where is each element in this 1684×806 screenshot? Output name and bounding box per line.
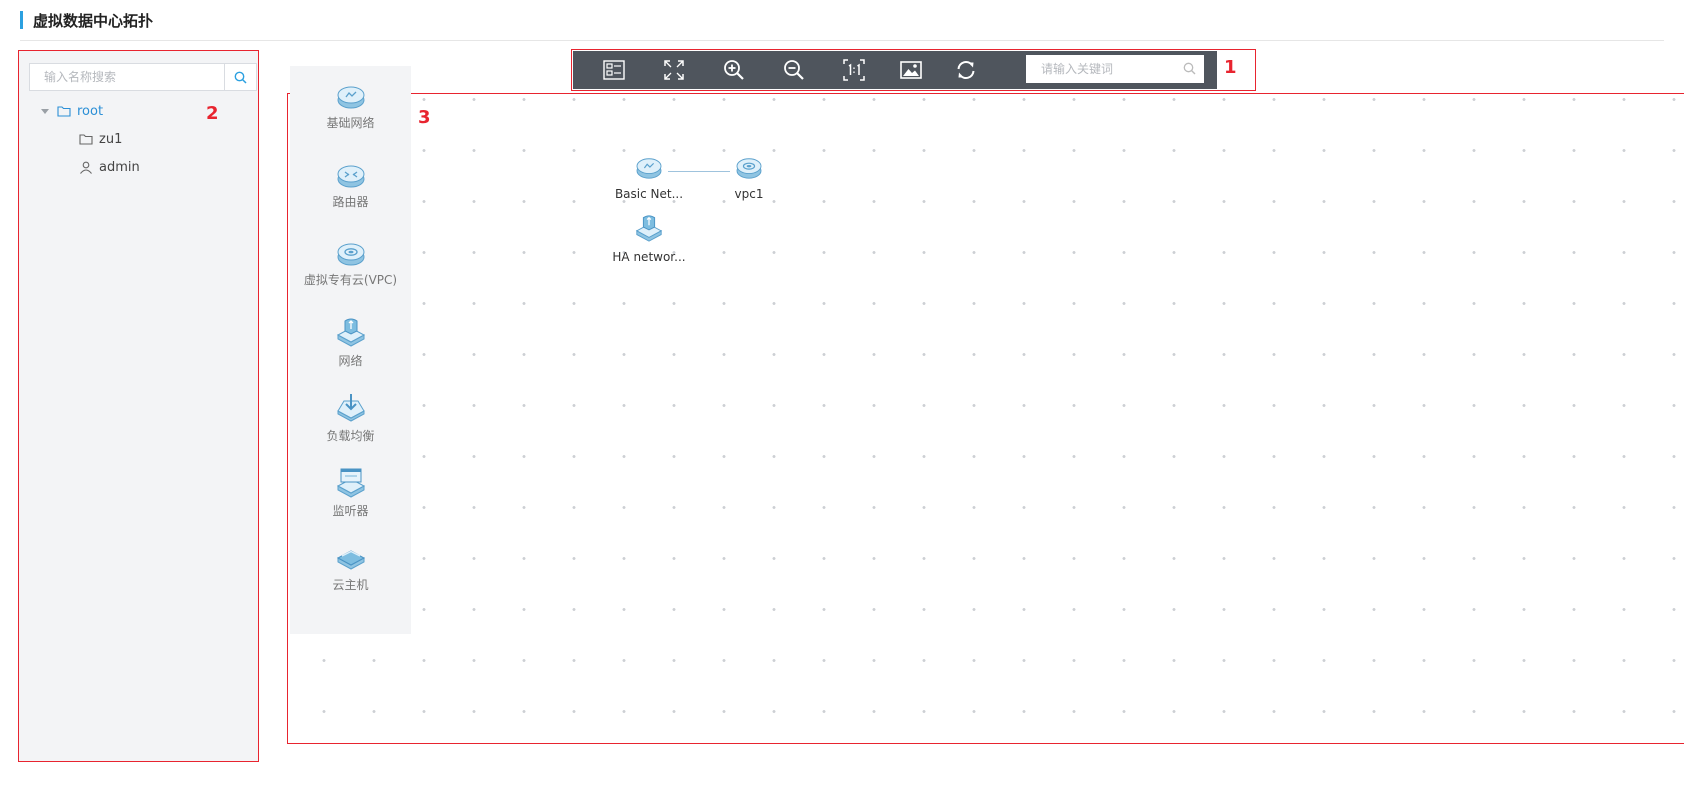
- palette-item-label: 基础网络: [326, 116, 375, 130]
- tree-node-label: zu1: [99, 131, 123, 147]
- image-icon: [900, 61, 922, 79]
- page-header: 虚拟数据中心拓扑: [20, 10, 153, 30]
- annotation-number: 3: [418, 107, 431, 128]
- tree-node-root[interactable]: root: [41, 101, 103, 121]
- listener-icon: [336, 468, 365, 498]
- folder-icon: [79, 134, 93, 145]
- export-image-button[interactable]: [898, 57, 924, 83]
- router-icon: [337, 165, 364, 188]
- network-icon: [336, 318, 365, 347]
- zoom-out-icon: [784, 60, 804, 80]
- palette-item-label: 负载均衡: [326, 429, 375, 443]
- basic-network-icon: [636, 158, 662, 179]
- zoom-in-button[interactable]: [721, 57, 747, 83]
- refresh-button[interactable]: [953, 57, 979, 83]
- palette-item-label: 路由器: [332, 195, 369, 209]
- page-title: 虚拟数据中心拓扑: [33, 11, 154, 30]
- expand-caret-icon[interactable]: [41, 108, 49, 114]
- topology-node-ha-network[interactable]: HA networ...: [612, 213, 686, 264]
- keyword-search-input[interactable]: [1026, 55, 1176, 83]
- topology-node-vpc1[interactable]: vpc1: [712, 156, 786, 201]
- palette-item-label: 监听器: [332, 504, 369, 518]
- palette-item-listener[interactable]: 监听器: [290, 466, 411, 519]
- component-palette: 基础网络 路由器 虚拟专有云(VPC) 网络 负载均衡 监听器 云主机: [290, 66, 411, 634]
- tree-search-button[interactable]: [224, 64, 256, 90]
- annotation-number: 1: [1224, 57, 1237, 78]
- cloud-host-icon: [336, 550, 365, 570]
- zoom-in-icon: [724, 60, 744, 80]
- palette-item-router[interactable]: 路由器: [290, 163, 411, 210]
- node-label: Basic Net...: [614, 187, 684, 201]
- tree-panel: root zu1 admin 2: [18, 50, 259, 762]
- load-balancer-icon: [336, 394, 365, 422]
- network-icon: [635, 215, 663, 242]
- one-to-one-icon: [843, 59, 865, 81]
- vpc-icon: [337, 243, 364, 266]
- basic-network-icon: [337, 86, 364, 109]
- tree-search-input[interactable]: [30, 64, 227, 90]
- tree-node-label: root: [77, 103, 104, 119]
- zoom-out-button[interactable]: [781, 57, 807, 83]
- palette-item-network[interactable]: 网络: [290, 316, 411, 369]
- palette-item-label: 云主机: [332, 578, 369, 592]
- actual-size-button[interactable]: [841, 57, 867, 83]
- overview-button[interactable]: [601, 57, 627, 83]
- palette-item-load-balancer[interactable]: 负载均衡: [290, 391, 411, 444]
- fullscreen-icon: [664, 60, 684, 80]
- header-divider: [20, 40, 1664, 41]
- tree-node-admin[interactable]: admin: [79, 157, 140, 177]
- canvas-frame: [287, 93, 1684, 744]
- tree-search-box: [29, 63, 257, 91]
- fullscreen-button[interactable]: [661, 57, 687, 83]
- search-icon[interactable]: [1183, 62, 1196, 75]
- user-icon: [80, 161, 92, 174]
- search-icon: [234, 71, 247, 84]
- palette-item-label: 虚拟专有云(VPC): [303, 273, 398, 287]
- palette-item-cloud-host[interactable]: 云主机: [290, 544, 411, 593]
- annotation-number: 2: [206, 103, 219, 124]
- tree-node-label: admin: [99, 159, 140, 175]
- tree-node-zu1[interactable]: zu1: [79, 129, 122, 149]
- folder-icon: [57, 106, 71, 117]
- toolbar-search-box: [1026, 55, 1204, 83]
- node-label: vpc1: [734, 187, 764, 201]
- title-accent-bar: [20, 11, 23, 29]
- node-label: HA networ...: [612, 250, 686, 264]
- overview-icon: [603, 60, 625, 80]
- palette-item-basic-network[interactable]: 基础网络: [290, 84, 411, 131]
- palette-item-label: 网络: [338, 354, 363, 368]
- topology-node-basic-network[interactable]: Basic Net...: [612, 156, 686, 201]
- refresh-icon: [957, 61, 975, 79]
- palette-item-vpc[interactable]: 虚拟专有云(VPC): [290, 241, 411, 288]
- topology-toolbar: [573, 51, 1217, 89]
- vpc-icon: [736, 158, 762, 179]
